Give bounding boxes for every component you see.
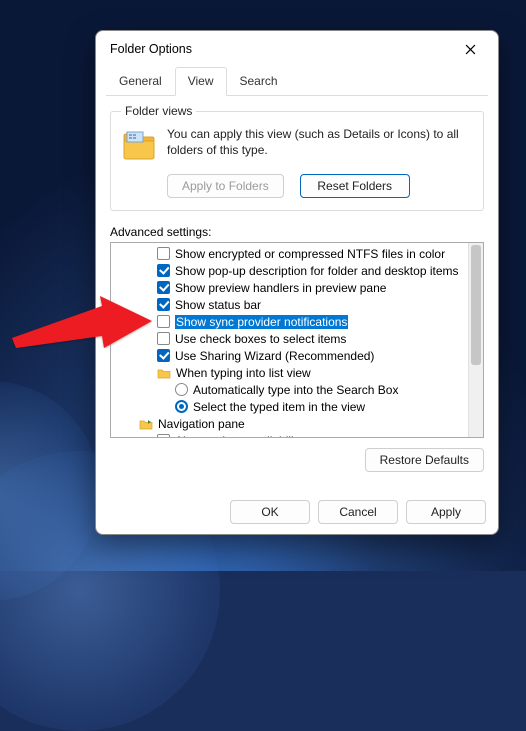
tree-item-label: Show preview handlers in preview pane [175,281,386,295]
tree-item-label: Always show availability status [175,434,338,439]
apply-to-folders-button[interactable]: Apply to Folders [167,174,284,198]
folder-views-group: Folder views You can apply this view (su… [110,104,484,211]
apply-button[interactable]: Apply [406,500,486,524]
checkbox[interactable] [157,332,170,345]
tree-item[interactable]: When typing into list view [117,364,483,381]
checkbox[interactable] [157,298,170,311]
tree-item-label: When typing into list view [176,366,311,380]
tree-item[interactable]: Always show availability status [117,432,483,438]
reset-folders-button[interactable]: Reset Folders [300,174,410,198]
dialog-footer: OK Cancel Apply [96,492,498,534]
folder-options-dialog: Folder Options General View Search Folde… [95,30,499,535]
tree-item-label: Show sync provider notifications [175,315,348,329]
folder-views-description: You can apply this view (such as Details… [167,126,473,164]
tree-item[interactable]: Navigation pane [117,415,483,432]
checkbox[interactable] [157,315,170,328]
close-icon [465,44,476,55]
tree-item-label: Select the typed item in the view [193,400,365,414]
restore-defaults-button[interactable]: Restore Defaults [365,448,484,472]
scrollbar-thumb[interactable] [471,245,481,365]
tree-item-label: Show pop-up description for folder and d… [175,264,459,278]
checkbox[interactable] [157,349,170,362]
tree-item-label: Use check boxes to select items [175,332,346,346]
tab-search[interactable]: Search [227,67,291,96]
tree-item[interactable]: Select the typed item in the view [117,398,483,415]
tab-content: Folder views You can apply this view (su… [96,96,498,492]
radio[interactable] [175,400,188,413]
tree-item[interactable]: Show pop-up description for folder and d… [117,262,483,279]
checkbox[interactable] [157,281,170,294]
folder-views-legend: Folder views [121,104,196,118]
tab-strip: General View Search [106,67,488,96]
ok-button[interactable]: OK [230,500,310,524]
tree-item[interactable]: Show encrypted or compressed NTFS files … [117,245,483,262]
tree-item[interactable]: Show preview handlers in preview pane [117,279,483,296]
advanced-settings-tree[interactable]: Show encrypted or compressed NTFS files … [110,242,484,438]
close-button[interactable] [452,34,488,64]
tree-item[interactable]: Show sync provider notifications [117,313,483,330]
tree-item[interactable]: Use check boxes to select items [117,330,483,347]
tree-item-label: Show status bar [175,298,261,312]
advanced-settings-label: Advanced settings: [110,225,484,239]
tree-item-label: Automatically type into the Search Box [193,383,398,397]
checkbox[interactable] [157,247,170,260]
tree-item[interactable]: Use Sharing Wizard (Recommended) [117,347,483,364]
title-bar: Folder Options [96,31,498,67]
window-title: Folder Options [110,42,452,56]
tab-view[interactable]: View [175,67,227,96]
cancel-button[interactable]: Cancel [318,500,398,524]
tree-item-label: Use Sharing Wizard (Recommended) [175,349,374,363]
checkbox[interactable] [157,434,170,438]
tab-general[interactable]: General [106,67,175,96]
checkbox[interactable] [157,264,170,277]
tree-item-label: Navigation pane [158,417,245,431]
scrollbar-track[interactable] [468,243,483,437]
folder-icon [121,128,157,164]
tree-item[interactable]: Automatically type into the Search Box [117,381,483,398]
radio[interactable] [175,383,188,396]
tree-item-label: Show encrypted or compressed NTFS files … [175,247,445,261]
tree-item[interactable]: Show status bar [117,296,483,313]
